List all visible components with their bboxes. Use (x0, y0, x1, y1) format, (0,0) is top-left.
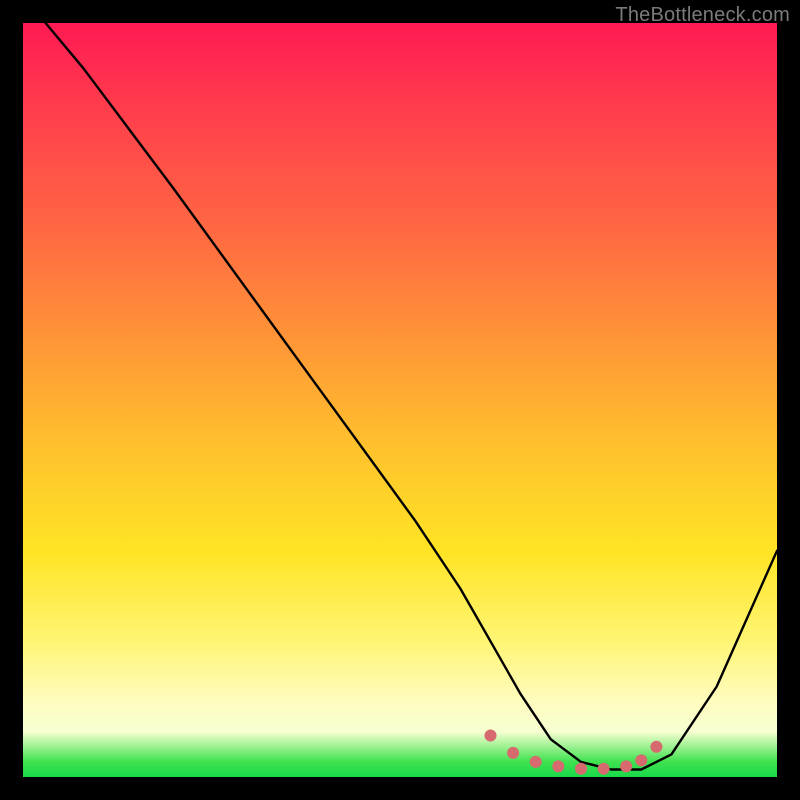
optimal-dot (507, 747, 519, 759)
optimal-dot (620, 760, 632, 772)
optimal-dot (552, 760, 564, 772)
watermark-text: TheBottleneck.com (615, 4, 790, 27)
optimal-range-dots (485, 730, 663, 775)
bottleneck-curve (46, 23, 777, 770)
chart-frame: TheBottleneck.com (0, 0, 800, 800)
optimal-dot (635, 754, 647, 766)
optimal-dot (598, 763, 610, 775)
optimal-dot (650, 741, 662, 753)
optimal-dot (530, 756, 542, 768)
optimal-dot (485, 730, 497, 742)
plot-area (23, 23, 777, 777)
optimal-dot (575, 763, 587, 775)
chart-svg (23, 23, 777, 777)
